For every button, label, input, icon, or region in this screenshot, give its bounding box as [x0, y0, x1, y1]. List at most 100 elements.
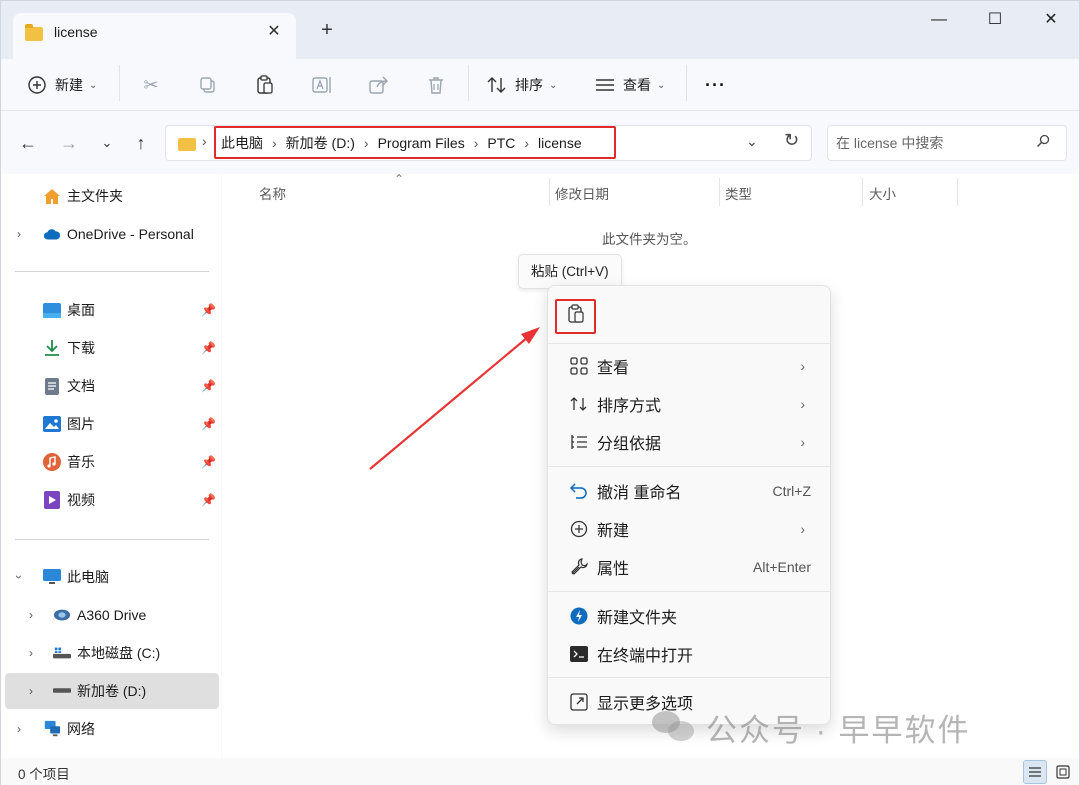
tab-license[interactable]: license ✕ [13, 13, 296, 59]
menu-item-label: 查看 [597, 360, 630, 377]
delete-button[interactable] [424, 69, 448, 101]
menu-item-label: 撤消 重命名 [597, 485, 682, 502]
column-header-size[interactable]: 大小 [869, 183, 896, 203]
maximize-button[interactable]: ☐ [971, 5, 1019, 35]
chevron-right-icon[interactable]: › [17, 722, 21, 736]
sort-button-label: 排序 [515, 77, 543, 93]
sidebar-item-videos[interactable]: 视频 📌 [5, 482, 219, 518]
menu-item-new-folder[interactable]: 新建文件夹 [553, 598, 825, 634]
new-tab-button[interactable]: + [314, 17, 340, 43]
menu-item-undo-rename[interactable]: 撤消 重命名 Ctrl+Z [553, 473, 825, 509]
pin-icon[interactable]: 📌 [201, 493, 216, 507]
sidebar-item-a360-drive[interactable]: › A360 Drive [5, 597, 219, 633]
sidebar-item-network[interactable]: › 网络 [5, 711, 219, 747]
copy-button[interactable] [196, 69, 220, 101]
rename-button[interactable] [310, 69, 334, 101]
more-button[interactable]: ··· [705, 69, 726, 101]
chevron-right-icon: › [800, 434, 805, 450]
chevron-right-icon[interactable]: › [29, 608, 33, 622]
download-icon [43, 339, 61, 357]
up-button[interactable]: ↑ [128, 130, 154, 156]
recent-locations-button[interactable]: ⌄ [94, 130, 120, 156]
sidebar-item-pictures[interactable]: 图片 📌 [5, 406, 219, 442]
view-lines-icon [593, 73, 617, 97]
breadcrumb-ptc[interactable]: PTC [487, 135, 515, 151]
sidebar-item-onedrive[interactable]: › OneDrive - Personal [5, 216, 219, 252]
undo-icon [568, 480, 590, 502]
refresh-button[interactable]: ↻ [784, 130, 799, 151]
details-view-button[interactable] [1023, 760, 1047, 784]
menu-item-open-in-terminal[interactable]: 在终端中打开 [553, 636, 825, 672]
chevron-right-icon[interactable]: › [29, 646, 33, 660]
sort-button[interactable]: 排序 ⌄ [485, 69, 557, 101]
menu-divider [548, 466, 830, 467]
sidebar-item-desktop[interactable]: 桌面 📌 [5, 292, 219, 328]
close-button[interactable]: ✕ [1027, 5, 1075, 35]
column-divider [862, 178, 863, 206]
sidebar-item-home[interactable]: 主文件夹 [5, 178, 219, 214]
menu-item-properties[interactable]: 属性 Alt+Enter [553, 549, 825, 585]
forward-button[interactable]: → [56, 130, 82, 156]
menu-item-group-by[interactable]: 分组依据 › [553, 424, 825, 460]
pin-icon[interactable]: 📌 [201, 341, 216, 355]
empty-folder-message: 此文件夹为空。 [602, 232, 697, 247]
computer-icon [43, 568, 61, 586]
address-bar[interactable]: › 此电脑 › 新加卷 (D:) › Program Files › PTC ›… [165, 125, 812, 161]
breadcrumb-this-pc[interactable]: 此电脑 [221, 133, 263, 153]
breadcrumb-separator: › [272, 134, 277, 151]
tab-close-button[interactable]: ✕ [261, 19, 287, 45]
tiles-view-button[interactable] [1051, 760, 1075, 784]
paste-button[interactable] [253, 69, 277, 101]
sidebar-item-drive-d[interactable]: › 新加卷 (D:) [5, 673, 219, 709]
clipboard-icon [567, 304, 585, 329]
menu-item-new[interactable]: 新建 › [553, 511, 825, 547]
sidebar-item-this-pc[interactable]: › 此电脑 [5, 559, 219, 595]
menu-item-sort-by[interactable]: 排序方式 › [553, 386, 825, 422]
share-button[interactable] [367, 69, 391, 101]
home-icon [43, 187, 61, 205]
sidebar-divider [15, 539, 209, 540]
column-divider [719, 178, 720, 206]
sidebar-item-label: A360 Drive [77, 607, 147, 623]
pin-icon[interactable]: 📌 [201, 303, 216, 317]
sidebar-item-music[interactable]: 音乐 📌 [5, 444, 219, 480]
breadcrumb-drive-d[interactable]: 新加卷 (D:) [286, 133, 355, 153]
view-button[interactable]: 查看 ⌄ [593, 69, 665, 101]
sidebar-item-local-disk-c[interactable]: › 本地磁盘 (C:) [5, 635, 219, 671]
pin-icon[interactable]: 📌 [201, 379, 216, 393]
drive-icon [53, 682, 71, 700]
chevron-down-icon[interactable]: › [12, 575, 26, 579]
chevron-down-icon: ⌄ [549, 79, 558, 91]
sidebar-item-label: 本地磁盘 (C:) [77, 645, 161, 661]
search-icon[interactable] [1036, 134, 1050, 151]
sidebar-item-downloads[interactable]: 下载 📌 [5, 330, 219, 366]
search-input[interactable] [836, 133, 1026, 153]
paste-menu-button[interactable] [555, 299, 596, 334]
menu-divider [548, 591, 830, 592]
chevron-right-icon[interactable]: › [17, 227, 21, 241]
new-button[interactable]: 新建 ⌄ [25, 69, 97, 101]
pin-icon[interactable]: 📌 [201, 417, 216, 431]
sort-icon [485, 73, 509, 97]
breadcrumb-separator: › [524, 134, 530, 151]
pin-icon[interactable]: 📌 [201, 455, 216, 469]
back-button[interactable]: ← [15, 130, 41, 156]
minimize-button[interactable]: — [915, 5, 963, 35]
rename-icon [310, 73, 334, 97]
address-dropdown-button[interactable]: ⌄ [746, 133, 758, 150]
menu-item-view[interactable]: 查看 › [553, 348, 825, 384]
column-header-type[interactable]: 类型 [725, 183, 752, 203]
title-bar: license ✕ + — ☐ ✕ [1, 1, 1079, 59]
cut-button[interactable]: ✂ [139, 69, 163, 101]
chevron-right-icon: › [202, 133, 207, 149]
column-header-name[interactable]: 名称 [259, 183, 286, 203]
breadcrumb-separator: › [473, 134, 479, 151]
search-box[interactable] [827, 125, 1067, 161]
sidebar-item-documents[interactable]: 文档 📌 [5, 368, 219, 404]
breadcrumb-program-files[interactable]: Program Files [378, 135, 465, 151]
breadcrumb-license[interactable]: license [538, 135, 582, 151]
toolbar-divider [686, 65, 687, 101]
context-menu: 查看 › 排序方式 › 分组依据 › 撤消 重命名 Ctrl+Z 新建 › 属性 [547, 285, 831, 725]
column-header-modified[interactable]: 修改日期 [555, 183, 609, 203]
chevron-right-icon[interactable]: › [29, 684, 33, 698]
